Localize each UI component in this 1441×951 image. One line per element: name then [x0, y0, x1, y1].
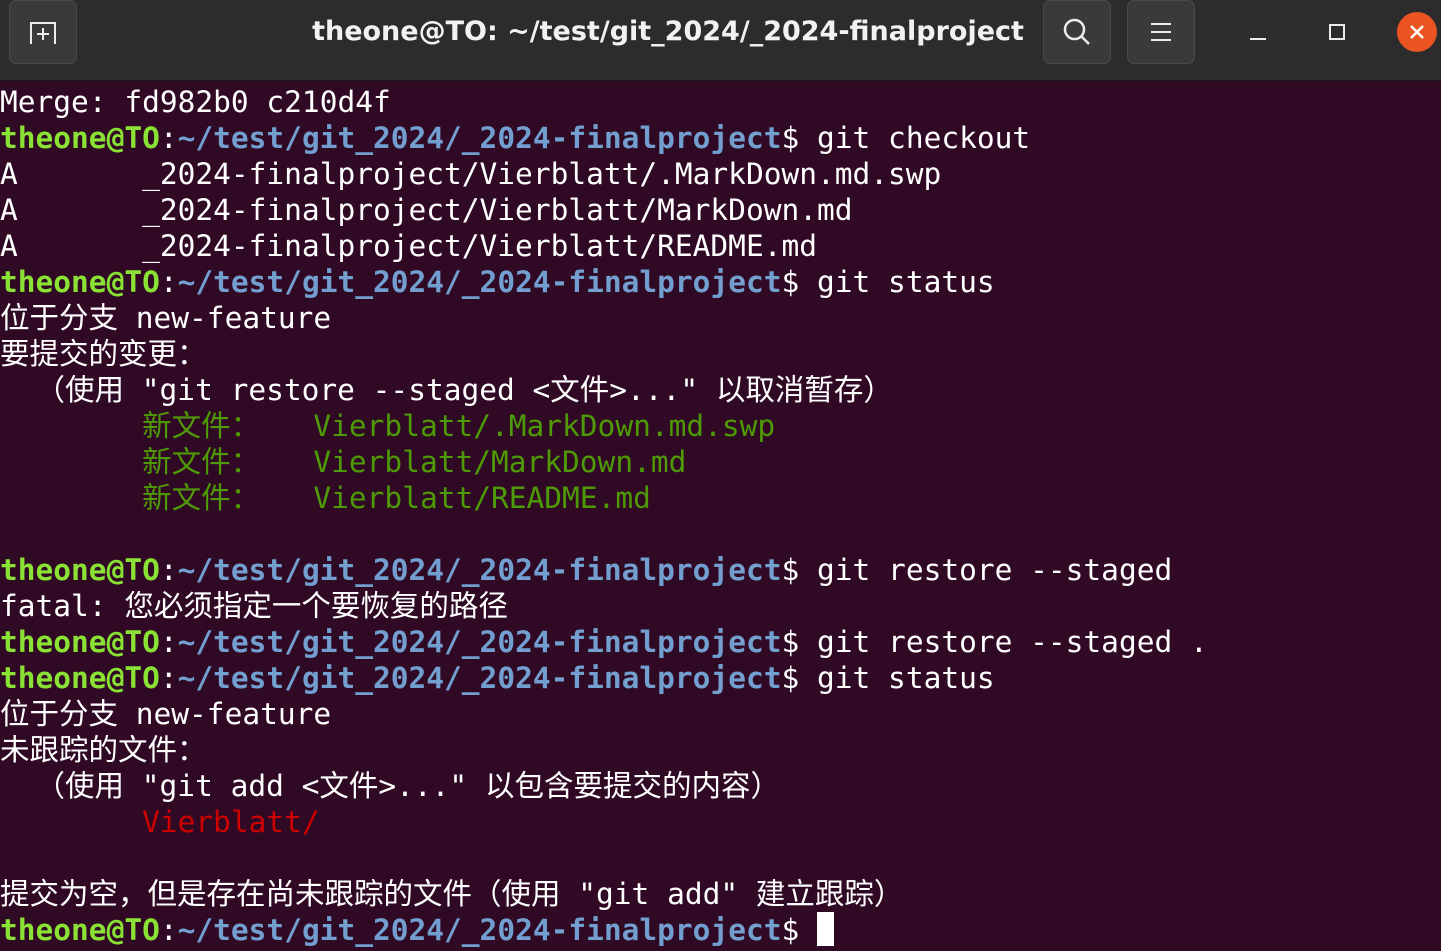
search-icon — [1063, 18, 1090, 45]
minimize-icon — [1250, 38, 1266, 40]
prompt-path: ~/test/git_2024/_2024-finalproject — [177, 913, 782, 947]
close-icon — [1410, 25, 1424, 39]
output-line: 位于分支 new-feature — [0, 697, 332, 731]
command-text: git status — [817, 661, 995, 695]
output-line: 要提交的变更： — [0, 337, 207, 371]
minimize-button[interactable] — [1238, 12, 1278, 52]
prompt-line: theone@TO:~/test/git_2024/_2024-finalpro… — [0, 912, 1441, 948]
text-cursor — [817, 912, 835, 946]
output-line: Merge: fd982b0 c210d4f — [0, 85, 391, 119]
untracked-file-line: Vierblatt/ — [0, 804, 1441, 840]
untracked-file-name: Vierblatt/ — [142, 805, 320, 839]
command-text: git status — [817, 265, 995, 299]
output-line: A _2024-finalproject/Vierblatt/.MarkDown… — [0, 157, 942, 191]
staged-file-line: 新文件： Vierblatt/README.md — [142, 481, 651, 515]
command-text: git restore --staged — [817, 553, 1173, 587]
window-title: theone@TO: ~/test/git_2024/_2024-finalpr… — [312, 16, 1024, 47]
prompt-line: theone@TO:~/test/git_2024/_2024-finalpro… — [0, 625, 1208, 659]
prompt-path: ~/test/git_2024/_2024-finalproject — [177, 553, 782, 587]
staged-file-name: Vierblatt/README.md — [260, 481, 651, 515]
output-line: （使用 "git restore --staged <文件>..." 以取消暂存… — [0, 373, 893, 407]
prompt-path: ~/test/git_2024/_2024-finalproject — [177, 661, 782, 695]
output-line: A _2024-finalproject/Vierblatt/MarkDown.… — [0, 193, 853, 227]
output-line: 未跟踪的文件： — [0, 733, 207, 767]
staged-file-line: 新文件： Vierblatt/MarkDown.md — [142, 445, 687, 479]
prompt-user: theone@TO — [0, 661, 160, 695]
error-line: fatal: 您必须指定一个要恢复的路径 — [0, 589, 508, 623]
close-button[interactable] — [1397, 12, 1437, 52]
new-tab-button[interactable] — [9, 0, 77, 64]
menu-button[interactable] — [1127, 0, 1195, 64]
prompt-user: theone@TO — [0, 265, 160, 299]
output-line: A _2024-finalproject/Vierblatt/README.md — [0, 229, 817, 263]
title-bar: theone@TO: ~/test/git_2024/_2024-finalpr… — [0, 0, 1441, 81]
prompt-user: theone@TO — [0, 121, 160, 155]
prompt-path: ~/test/git_2024/_2024-finalproject — [177, 265, 782, 299]
output-line: 提交为空，但是存在尚未跟踪的文件（使用 "git add" 建立跟踪） — [0, 877, 904, 911]
output-line: （使用 "git add <文件>..." 以包含要提交的内容） — [0, 769, 780, 803]
staged-file-name: Vierblatt/.MarkDown.md.swp — [260, 409, 776, 443]
output-line: 位于分支 new-feature — [0, 301, 332, 335]
command-text: git restore --staged . — [817, 625, 1208, 659]
terminal-window: theone@TO: ~/test/git_2024/_2024-finalpr… — [0, 0, 1441, 951]
prompt-path: ~/test/git_2024/_2024-finalproject — [177, 625, 782, 659]
hamburger-menu-icon — [1151, 23, 1171, 41]
prompt-path: ~/test/git_2024/_2024-finalproject — [177, 121, 782, 155]
prompt-line: theone@TO:~/test/git_2024/_2024-finalpro… — [0, 661, 995, 695]
staged-file-name: Vierblatt/MarkDown.md — [260, 445, 687, 479]
prompt-user: theone@TO — [0, 913, 160, 947]
prompt-user: theone@TO — [0, 553, 160, 587]
maximize-button[interactable] — [1317, 12, 1357, 52]
command-text: git checkout — [817, 121, 1031, 155]
prompt-line: theone@TO:~/test/git_2024/_2024-finalpro… — [0, 265, 995, 299]
maximize-icon — [1329, 24, 1345, 40]
search-button[interactable] — [1043, 0, 1111, 64]
terminal-output[interactable]: Merge: fd982b0 c210d4f theone@TO:~/test/… — [0, 84, 1441, 951]
prompt-line: theone@TO:~/test/git_2024/_2024-finalpro… — [0, 121, 1031, 155]
new-tab-icon — [30, 22, 56, 44]
prompt-user: theone@TO — [0, 625, 160, 659]
staged-file-line: 新文件： Vierblatt/.MarkDown.md.swp — [142, 409, 776, 443]
prompt-line: theone@TO:~/test/git_2024/_2024-finalpro… — [0, 553, 1173, 587]
